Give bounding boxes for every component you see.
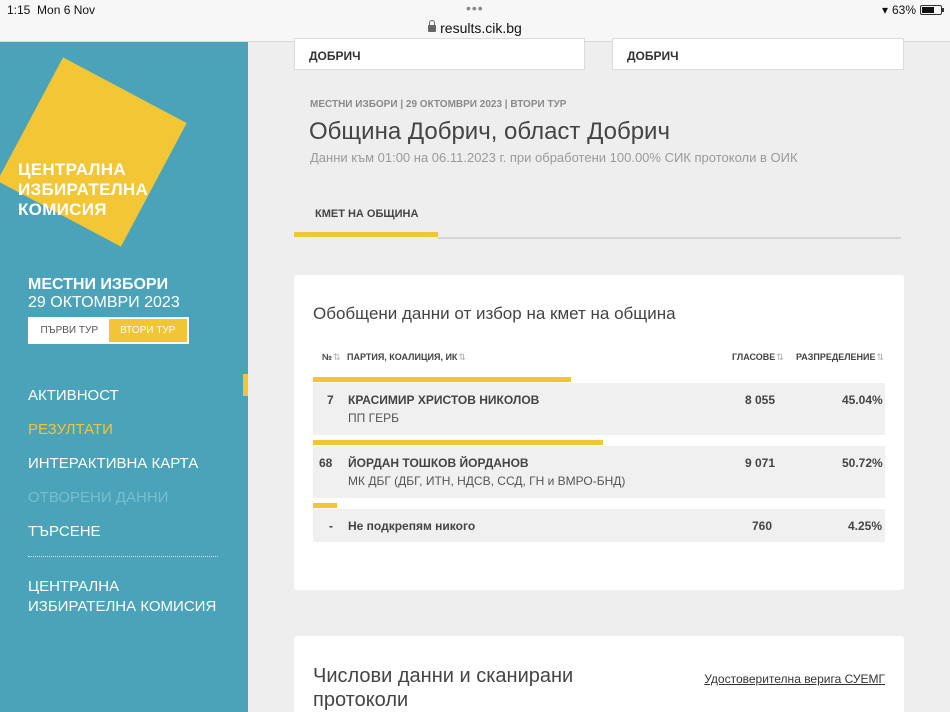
share-bar [313, 503, 337, 508]
col-header-party[interactable]: ПАРТИЯ, КОАЛИЦИЯ, ИК⇅ [347, 352, 466, 363]
share: 4.25% [848, 519, 883, 533]
breadcrumb: МЕСТНИ ИЗБОРИ | 29 ОКТОМВРИ 2023 | ВТОРИ… [310, 99, 567, 110]
nav-item-activity[interactable]: АКТИВНОСТ [28, 386, 218, 420]
col-header-votes[interactable]: ГЛАСОВЕ⇅ [732, 352, 784, 363]
votes: 760 [752, 519, 773, 533]
share-bar [313, 377, 571, 382]
more-dots-icon[interactable]: ••• [466, 0, 484, 16]
row-no: 68 [319, 456, 333, 470]
second-round-button[interactable]: ВТОРИ ТУР [108, 319, 187, 342]
col-header-share[interactable]: РАЗПРЕДЕЛЕНИЕ⇅ [796, 352, 884, 363]
nav-item-search[interactable]: ТЪРСЕНЕ [28, 522, 218, 556]
lock-icon [428, 19, 437, 32]
col-party-label: ПАРТИЯ, КОАЛИЦИЯ, ИК [347, 352, 458, 362]
party-name: ПП ГЕРБ [348, 411, 399, 425]
page-title: Община Добрич, област Добрич [309, 118, 670, 145]
nav-divider [28, 556, 218, 557]
protocols-title: Числови данни и сканирани протоколи [313, 665, 574, 711]
logo-line-2: ИЗБИРАТЕЛНА [18, 180, 149, 199]
battery-icon [920, 5, 944, 15]
sort-icon: ⇅ [333, 352, 341, 362]
table-row[interactable] [313, 446, 885, 498]
round-toggle: ПЪРВИ ТУР ВТОРИ ТУР [28, 317, 189, 344]
col-header-no[interactable]: №⇅ [322, 352, 341, 363]
region-card[interactable]: ДОБРИЧ [294, 38, 585, 70]
sort-icon: ⇅ [458, 352, 466, 362]
status-indicators: ▾ 63% [881, 3, 944, 17]
candidate-name: КРАСИМИР ХРИСТОВ НИКОЛОВ [348, 393, 540, 407]
nav-item-cik[interactable]: ЦЕНТРАЛНА ИЗБИРАТЕЛНА КОМИСИЯ [28, 577, 228, 617]
row-no: - [329, 519, 333, 533]
tab-active-underline [294, 232, 438, 237]
elections-title: МЕСТНИ ИЗБОРИ [28, 276, 169, 293]
main-content: ДОБРИЧ ДОБРИЧ МЕСТНИ ИЗБОРИ | 29 ОКТОМВР… [248, 38, 950, 712]
share: 50.72% [842, 456, 883, 470]
elections-date: 29 ОКТОМВРИ 2023 [28, 294, 180, 311]
logo-line-1: ЦЕНТРАЛНА [18, 160, 126, 179]
clock: 1:15 [7, 3, 31, 17]
url-text: results.cik.bg [440, 20, 522, 36]
tab-baseline [438, 237, 901, 239]
address-bar[interactable]: results.cik.bg [0, 19, 950, 36]
summary-title: Обобщени данни от избор на кмет на общин… [313, 304, 676, 323]
protocols-card: Числови данни и сканирани протоколи Удос… [294, 636, 904, 712]
elections-heading: МЕСТНИ ИЗБОРИ 29 ОКТОМВРИ 2023 [28, 276, 180, 312]
votes: 8 055 [745, 393, 776, 407]
party-name: МК ДБГ (ДБГ, ИТН, НДСВ, ССД, ГН и ВМРО-Б… [348, 474, 626, 488]
page-subtitle: Данни към 01:00 на 06.11.2023 г. при обр… [310, 150, 798, 165]
municipality-card-label: ДОБРИЧ [627, 49, 679, 63]
col-votes-label: ГЛАСОВЕ [732, 352, 776, 362]
sort-icon: ⇅ [776, 352, 784, 362]
nav-item-open-data[interactable]: ОТВОРЕНИ ДАННИ [28, 488, 218, 522]
sidebar-nav: АКТИВНОСТ РЕЗУЛТАТИ ИНТЕРАКТИВНА КАРТА О… [28, 386, 218, 556]
nav-item-interactive-map[interactable]: ИНТЕРАКТИВНА КАРТА [28, 454, 218, 488]
browser-status-bar: 1:15 Mon 6 Nov ••• ▾ 63% results.cik.bg [0, 0, 950, 42]
status-time: 1:15 Mon 6 Nov [7, 3, 95, 17]
table-row[interactable] [313, 383, 885, 435]
battery-percent: 63% [891, 3, 916, 17]
sort-icon: ⇅ [876, 352, 885, 362]
candidate-name: ЙОРДАН ТОШКОВ ЙОРДАНОВ [348, 456, 529, 470]
verification-chain-link[interactable]: Удостоверителна верига СУЕМГ [704, 672, 885, 686]
wifi-icon: ▾ [881, 3, 888, 17]
votes: 9 071 [745, 456, 776, 470]
region-card-label: ДОБРИЧ [309, 49, 361, 63]
col-share-label: РАЗПРЕДЕЛЕНИЕ [796, 352, 876, 362]
share: 45.04% [842, 393, 883, 407]
date: Mon 6 Nov [37, 3, 96, 17]
cik-logo[interactable]: ЦЕНТРАЛНА ИЗБИРАТЕЛНА КОМИСИЯ [18, 160, 148, 220]
nav-item-results[interactable]: РЕЗУЛТАТИ [28, 420, 218, 454]
share-bar [313, 440, 603, 445]
sidebar: ЦЕНТРАЛНА ИЗБИРАТЕЛНА КОМИСИЯ МЕСТНИ ИЗБ… [0, 42, 248, 712]
municipality-card[interactable]: ДОБРИЧ [612, 38, 904, 70]
first-round-button[interactable]: ПЪРВИ ТУР [30, 319, 109, 342]
col-no-label: № [322, 352, 333, 362]
row-no: 7 [327, 393, 334, 407]
candidate-name: Не подкрепям никого [348, 519, 476, 533]
summary-card: Обобщени данни от избор на кмет на общин… [294, 275, 904, 590]
logo-line-3: КОМИСИЯ [18, 200, 107, 219]
